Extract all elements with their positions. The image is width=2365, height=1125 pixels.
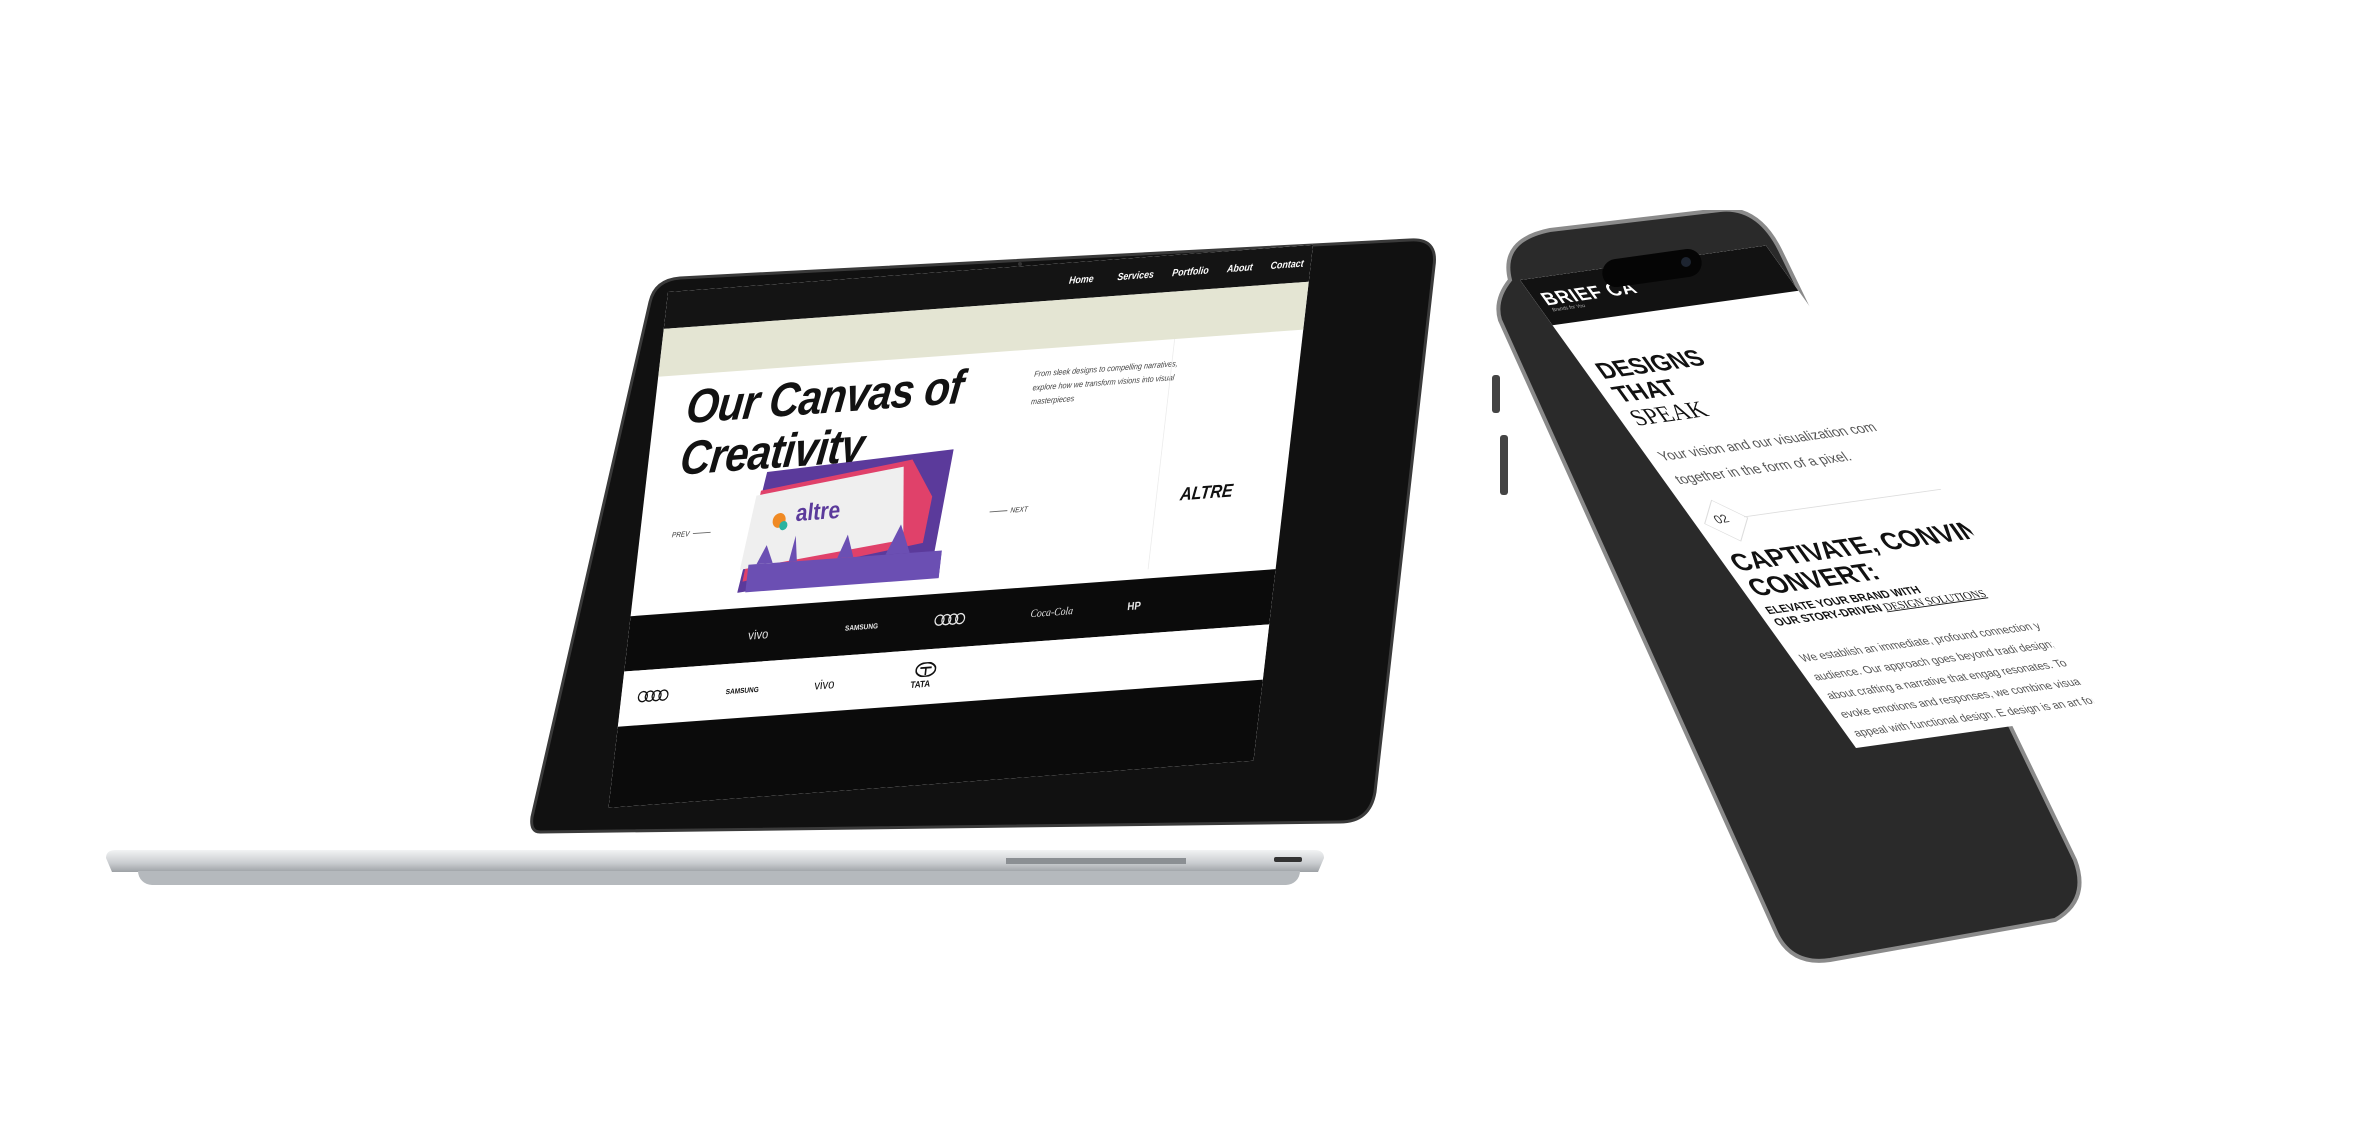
altre-artwork <box>737 449 954 593</box>
next-label: NEXT <box>1010 504 1029 515</box>
tata-logo: TATA <box>909 661 937 691</box>
next-button[interactable]: NEXT <box>986 505 1028 516</box>
altre-logo-text: altre <box>794 495 842 527</box>
prev-button[interactable]: PREV <box>671 528 714 539</box>
vent-grille <box>1006 858 1186 864</box>
smartphone: BRIEF CA Brands for You DESIGNS THAT SPE… <box>1490 210 2110 970</box>
nav-home[interactable]: Home <box>1068 274 1094 287</box>
portfolio-card-image[interactable]: altre <box>736 440 955 602</box>
nav-services[interactable]: Services <box>1117 269 1155 283</box>
front-camera-icon <box>1681 257 1691 267</box>
laptop-base-lip <box>138 871 1300 885</box>
samsung-logo-2: SAMSUNG <box>725 685 760 697</box>
audi-rings-icon <box>934 612 966 626</box>
audi-rings-icon <box>637 689 669 703</box>
dynamic-island <box>1602 248 1702 288</box>
hp-logo: HP <box>1126 598 1142 613</box>
project-name: ALTRE <box>1179 480 1234 505</box>
hero-description: From sleek designs to compelling narrati… <box>1030 358 1179 407</box>
nav-contact[interactable]: Contact <box>1270 258 1304 271</box>
nav-portfolio[interactable]: Portfolio <box>1172 265 1210 279</box>
samsung-logo: SAMSUNG <box>844 621 879 633</box>
next-line <box>989 510 1008 513</box>
vivo-logo: vivo <box>747 626 770 643</box>
prev-label: PREV <box>671 529 690 540</box>
laptop-base <box>106 850 1324 872</box>
cocacola-logo: Coca-Cola <box>1029 603 1074 620</box>
vivo-logo-2: vivo <box>813 676 836 693</box>
phone-island-layer <box>1602 248 1702 288</box>
audi-logo-2 <box>636 688 670 706</box>
laptop-screen: Home Services Portfolio About Contact Ou… <box>608 244 1314 808</box>
tata-label: TATA <box>909 679 931 691</box>
prev-line <box>692 532 711 535</box>
port-icon <box>1274 857 1302 862</box>
tata-emblem-icon <box>915 661 937 678</box>
laptop-lid: Home Services Portfolio About Contact Ou… <box>530 232 1450 852</box>
nav-about[interactable]: About <box>1226 262 1253 275</box>
audi-logo <box>933 612 967 630</box>
